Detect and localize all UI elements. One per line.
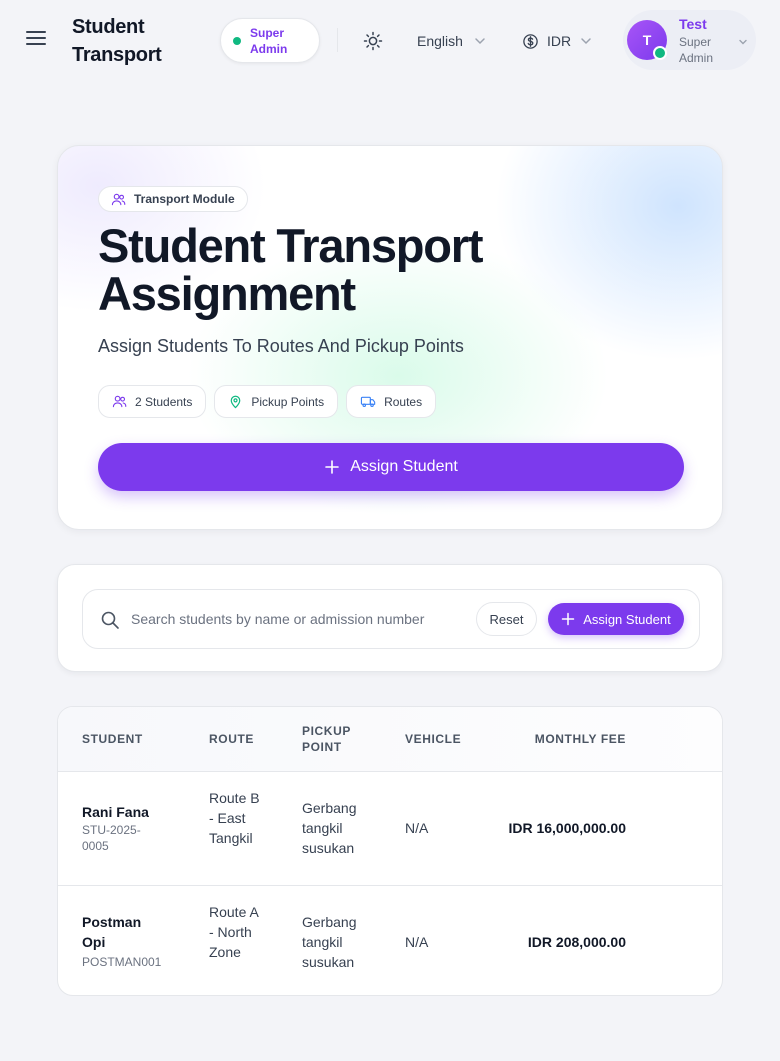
search-input[interactable] — [131, 604, 471, 634]
map-pin-icon — [231, 395, 241, 409]
search-card: Reset Assign Student — [57, 564, 723, 672]
routes-chip: Routes — [346, 385, 437, 418]
admission-number: POSTMAN001 — [82, 955, 162, 969]
pickup-point: Gerbang tangkil susukan — [302, 800, 357, 856]
table-row[interactable]: Postman Opi POSTMAN001 Route A - North Z… — [58, 885, 722, 995]
users-icon — [111, 193, 126, 205]
role-badge-label: Super Admin — [250, 26, 288, 56]
plus-icon — [562, 612, 575, 626]
chip-label: 2 Students — [135, 394, 193, 409]
language-select[interactable]: English — [417, 31, 487, 51]
search-icon — [101, 611, 119, 629]
vehicle: N/A — [405, 820, 429, 836]
assign-student-label: Assign Student — [583, 611, 671, 627]
student-name: Rani Fana — [82, 804, 149, 820]
table-header: STUDENT ROUTE PICKUP POINT VEHICLE MONTH… — [58, 707, 722, 772]
chevron-down-icon — [581, 38, 591, 45]
admission-number: STU-2025-0005 — [82, 823, 141, 853]
assign-student-button-secondary[interactable]: Assign Student — [548, 603, 684, 635]
top-navbar: Student Transport Super Admin English ID… — [0, 0, 780, 80]
monthly-fee: IDR 16,000,000.00 — [508, 820, 626, 836]
assign-student-label: Assign Student — [350, 458, 458, 475]
sun-icon[interactable] — [362, 30, 384, 52]
chip-label: Pickup Points — [251, 394, 325, 409]
online-status-dot — [653, 46, 667, 60]
language-label: English — [417, 33, 463, 49]
hamburger-menu-icon[interactable] — [26, 31, 46, 49]
bus-icon — [360, 396, 376, 408]
column-header-student: STUDENT — [82, 732, 143, 746]
module-tag: Transport Module — [98, 186, 248, 212]
reset-button[interactable]: Reset — [476, 602, 537, 636]
page-title: Student Transport Assignment — [98, 219, 484, 320]
user-name: Test — [679, 16, 707, 32]
plus-icon — [325, 460, 339, 474]
app-brand: Student Transport — [72, 16, 162, 66]
chevron-down-icon — [475, 38, 485, 45]
column-header-route: ROUTE — [209, 732, 254, 746]
assignments-table: STUDENT ROUTE PICKUP POINT VEHICLE MONTH… — [57, 706, 723, 996]
user-menu[interactable]: T Test Super Admin — [623, 10, 756, 70]
users-icon — [112, 395, 127, 408]
stat-chips: 2 Students Pickup Points Routes — [98, 385, 437, 418]
header-divider — [337, 28, 338, 52]
students-count-chip: 2 Students — [98, 385, 207, 418]
route-name: Route B - East Tangkil — [209, 790, 260, 846]
monthly-fee: IDR 208,000.00 — [527, 934, 626, 950]
column-header-pickup-point: PICKUP POINT — [302, 724, 351, 754]
user-role: Super Admin — [679, 35, 714, 65]
column-header-vehicle: VEHICLE — [405, 732, 462, 746]
currency-label: IDR — [547, 33, 572, 49]
dollar-circle-icon — [523, 33, 538, 49]
vehicle: N/A — [405, 934, 429, 950]
page-subtitle: Assign Students To Routes And Pickup Poi… — [98, 336, 464, 356]
assign-student-button[interactable]: Assign Student — [98, 443, 684, 491]
status-dot — [233, 37, 241, 45]
search-bar: Reset Assign Student — [82, 589, 700, 649]
chevron-down-icon — [739, 39, 747, 45]
column-header-monthly-fee: MONTHLY FEE — [534, 732, 626, 746]
route-name: Route A - North Zone — [209, 904, 259, 960]
currency-select[interactable]: IDR — [522, 31, 593, 51]
pickup-points-chip: Pickup Points — [214, 385, 339, 418]
table-row[interactable]: Rani Fana STU-2025-0005 Route B - East T… — [58, 772, 722, 885]
student-name: Postman Opi — [82, 914, 142, 950]
chip-label: Routes — [384, 394, 423, 409]
hero-card: Transport Module Student Transport Assig… — [57, 145, 723, 530]
pickup-point: Gerbang tangkil susukan — [302, 914, 357, 970]
role-badge: Super Admin — [220, 18, 320, 63]
module-tag-label: Transport Module — [134, 192, 235, 206]
